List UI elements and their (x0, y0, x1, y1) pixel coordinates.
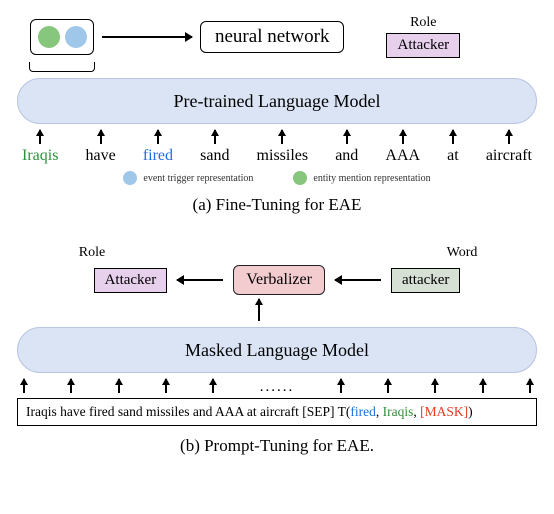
token: and (335, 130, 358, 165)
sentence-mask: [MASK] (420, 404, 468, 419)
arrow-right-icon (102, 36, 192, 38)
token-label: fired (143, 147, 173, 165)
legend-mention: entity mention representation (293, 171, 430, 185)
trigger-rep-dot-icon (65, 26, 87, 48)
up-arrow-icon (70, 379, 72, 393)
fig-b-flow: Attacker Verbalizer attacker (10, 265, 544, 295)
up-arrow-icon (214, 130, 216, 144)
plm-bar: Pre-trained Language Model (17, 78, 537, 124)
legend-mention-dot-icon (293, 171, 307, 185)
sentence-entity: Iraqis (383, 404, 414, 419)
fig-b-caption: (b) Prompt-Tuning for EAE. (10, 436, 544, 456)
token: aircraft (486, 130, 532, 165)
legend-trigger-dot-icon (123, 171, 137, 185)
token-label: and (335, 147, 358, 165)
up-arrow-icon (165, 379, 167, 393)
up-arrow-icon (434, 379, 436, 393)
neural-network-box: neural network (200, 21, 344, 53)
token-label: Iraqis (22, 147, 58, 165)
token-label: at (447, 147, 459, 165)
fig-a-top-row: neural network Role Attacker (30, 15, 544, 58)
legend-trigger-label: event trigger representation (143, 173, 253, 184)
prompt-sentence-box: Iraqis have fired sand missiles and AAA … (17, 398, 537, 426)
role-value-box-b: Attacker (94, 268, 168, 293)
up-arrow-icon (39, 130, 41, 144)
up-arrow-icon (212, 379, 214, 393)
figure-a: neural network Role Attacker Pre-trained… (10, 15, 544, 215)
up-arrow-icon (508, 130, 510, 144)
role-output: Role Attacker (386, 15, 460, 58)
token: Iraqis (22, 130, 58, 165)
sentence-pre: Iraqis have fired sand missiles and AAA … (26, 404, 350, 419)
token-label: AAA (385, 147, 420, 165)
up-arrow-icon (100, 130, 102, 144)
entity-rep-dot-icon (38, 26, 60, 48)
fig-b-arrow-row: ...... (23, 379, 531, 396)
role-header-label: Role (410, 15, 436, 31)
arrow-left-icon (335, 279, 381, 281)
up-arrow-icon (258, 299, 260, 321)
token: sand (200, 130, 229, 165)
up-arrow-icon (346, 130, 348, 144)
fig-a-caption: (a) Fine-Tuning for EAE (10, 195, 544, 215)
legend-mention-label: entity mention representation (313, 173, 430, 184)
up-arrow-icon (452, 130, 454, 144)
sentence-trigger: fired (350, 404, 375, 419)
up-arrow-icon (118, 379, 120, 393)
token: missiles (257, 130, 309, 165)
up-arrow-icon (402, 130, 404, 144)
figure-b: Role Word Attacker Verbalizer attacker M… (10, 245, 544, 456)
word-header-label: Word (417, 245, 507, 261)
up-arrow-icon (529, 379, 531, 393)
fig-a-token-row: Iraqis have fired sand missiles and AAA at aircr… (22, 130, 532, 165)
representation-pair-box (30, 19, 94, 55)
fig-b-headers: Role Word (10, 245, 544, 263)
up-arrow-icon (281, 130, 283, 144)
token: AAA (385, 130, 420, 165)
token-label: have (86, 147, 116, 165)
word-value-box: attacker (391, 268, 460, 293)
up-arrow-icon (387, 379, 389, 393)
role-header-label-b: Role (47, 245, 137, 261)
up-arrow-icon (340, 379, 342, 393)
role-value-box: Attacker (386, 33, 460, 58)
arrow-left-icon (177, 279, 223, 281)
up-arrow-icon (23, 379, 25, 393)
token: at (447, 130, 459, 165)
token: fired (143, 130, 173, 165)
verbalizer-box: Verbalizer (233, 265, 325, 295)
mlm-bar: Masked Language Model (17, 327, 537, 373)
bracket-icon (29, 62, 95, 72)
legend: event trigger representation entity ment… (10, 171, 544, 185)
sentence-sep1: , (376, 404, 383, 419)
sentence-post: ) (468, 404, 473, 419)
legend-trigger: event trigger representation (123, 171, 253, 185)
ellipsis-label: ...... (260, 379, 295, 396)
token-label: aircraft (486, 147, 532, 165)
up-arrow-icon (157, 130, 159, 144)
token-label: sand (200, 147, 229, 165)
token: have (86, 130, 116, 165)
up-arrow-icon (482, 379, 484, 393)
token-label: missiles (257, 147, 309, 165)
